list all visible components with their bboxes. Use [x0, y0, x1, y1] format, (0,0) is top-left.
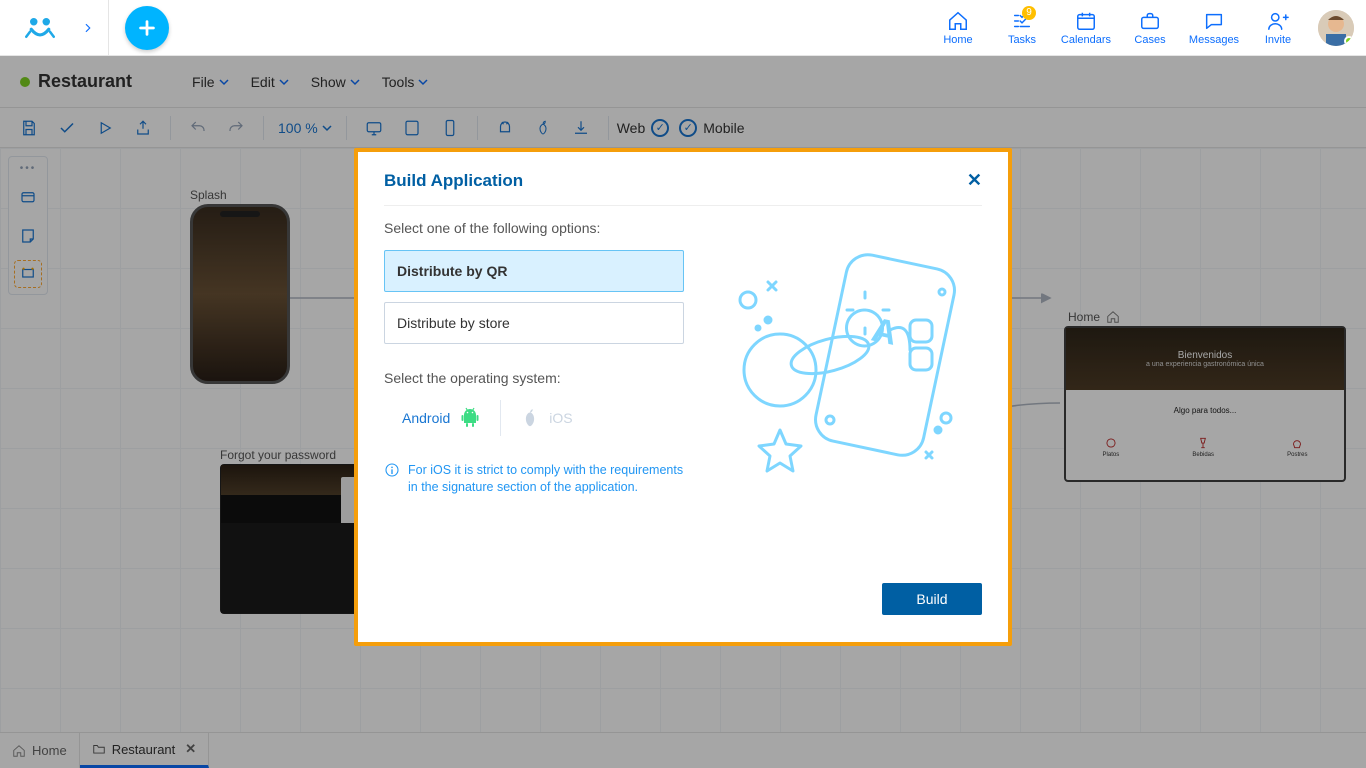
android-icon	[458, 406, 482, 430]
app-logo[interactable]	[12, 0, 68, 56]
nav-messages-label: Messages	[1189, 34, 1239, 46]
modal-instruction: Select one of the following options:	[384, 220, 684, 236]
tasks-badge: 9	[1022, 6, 1036, 20]
os-android[interactable]: Android	[384, 406, 500, 430]
nav-tasks-label: Tasks	[1008, 34, 1036, 46]
briefcase-icon	[1139, 10, 1161, 32]
nav-calendars[interactable]: Calendars	[1054, 0, 1118, 56]
plus-icon	[136, 17, 158, 39]
nav-cases[interactable]: Cases	[1118, 0, 1182, 56]
nav-tasks[interactable]: 9 Tasks	[990, 0, 1054, 56]
nav-home[interactable]: Home	[926, 0, 990, 56]
nav-invite-label: Invite	[1265, 34, 1291, 46]
option-qr-label: Distribute by QR	[397, 263, 507, 279]
nav-messages[interactable]: Messages	[1182, 0, 1246, 56]
nav-cases-label: Cases	[1134, 34, 1165, 46]
expand-sidebar-button[interactable]	[68, 0, 108, 56]
home-icon	[947, 10, 969, 32]
nav-home-label: Home	[943, 34, 972, 46]
build-application-modal: Build Application ✕ Select one of the fo…	[354, 148, 1012, 646]
invite-icon	[1267, 10, 1289, 32]
svg-text:A: A	[868, 311, 900, 353]
chevron-right-icon	[81, 21, 95, 35]
option-distribute-qr[interactable]: Distribute by QR	[384, 250, 684, 292]
modal-illustration: A	[710, 220, 982, 576]
os-android-label: Android	[402, 410, 450, 426]
ios-info-note: For iOS it is strict to comply with the …	[384, 462, 684, 496]
info-icon	[384, 462, 400, 478]
ios-info-text: For iOS it is strict to comply with the …	[408, 462, 684, 496]
build-button[interactable]: Build	[882, 583, 982, 615]
os-ios-label: iOS	[549, 410, 572, 426]
build-button-label: Build	[916, 591, 947, 607]
nav-calendars-label: Calendars	[1061, 34, 1111, 46]
app-topbar: Home 9 Tasks Calendars Cases Messages In…	[0, 0, 1366, 56]
os-ios[interactable]: iOS	[501, 407, 590, 429]
new-button[interactable]	[125, 6, 169, 50]
nav-invite[interactable]: Invite	[1246, 0, 1310, 56]
option-store-label: Distribute by store	[397, 315, 510, 331]
frog-logo-icon	[25, 13, 55, 43]
chat-icon	[1203, 10, 1225, 32]
phone-illustration-icon: A	[710, 220, 970, 480]
user-avatar[interactable]	[1318, 10, 1354, 46]
option-distribute-store[interactable]: Distribute by store	[384, 302, 684, 344]
modal-close-button[interactable]: ✕	[967, 170, 982, 191]
calendar-icon	[1075, 10, 1097, 32]
modal-title: Build Application	[384, 171, 523, 191]
status-online-dot	[1344, 36, 1354, 46]
os-instruction: Select the operating system:	[384, 370, 684, 386]
apple-icon	[519, 407, 541, 429]
